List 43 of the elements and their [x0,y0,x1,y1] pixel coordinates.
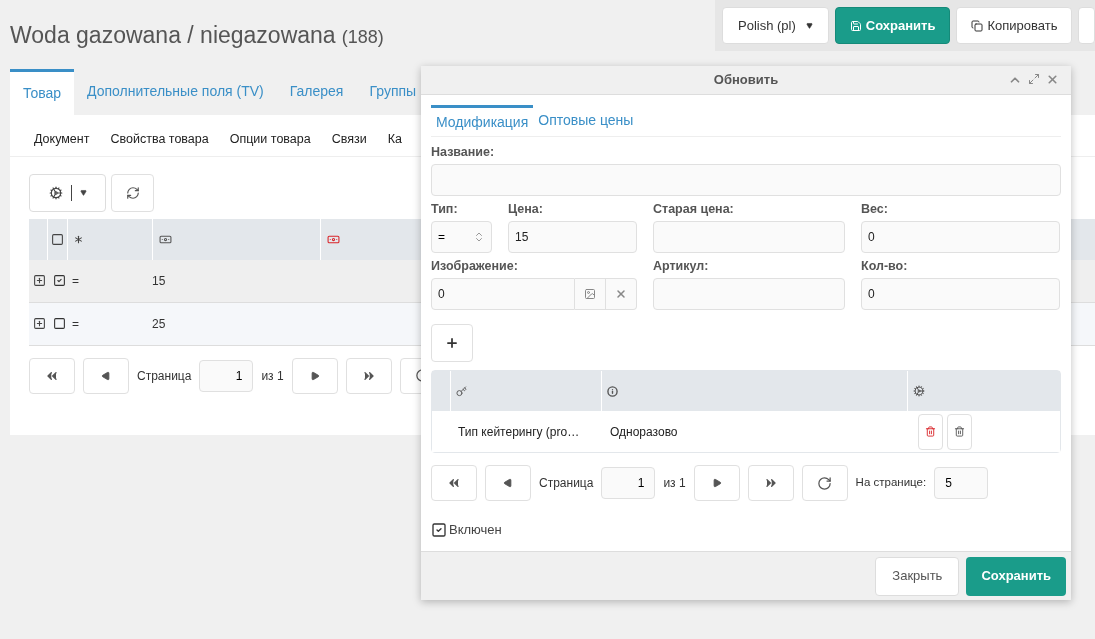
page-count: из 1 [663,475,686,492]
per-page-label: На странице: [855,475,927,491]
field-label: Кол-во: [861,259,909,274]
item-count: (188) [341,26,384,49]
field-label: Изображение: [431,259,519,274]
table-cell-text: Одноразово [609,423,679,441]
language-dropdown[interactable]: Polish (pl) [722,7,829,44]
image-field[interactable]: 0 [431,278,575,310]
field-label: Старая цена: [653,202,735,217]
tab[interactable]: Модификация [431,105,534,136]
tab[interactable]: Товар [10,68,75,115]
weight-field[interactable]: 0 [861,221,1060,253]
checkbox-label: Включен [449,521,502,539]
subtab[interactable]: Ка [387,129,402,149]
page-label: Страница [539,475,594,492]
table-cell-text: = [71,315,80,333]
field-label: Цена: [508,202,544,217]
page-field[interactable]: 1 [199,359,254,392]
field-label: Артикул: [653,259,710,274]
subtab[interactable]: Свойства товара [110,129,209,149]
quantity-field[interactable]: 0 [861,278,1060,310]
price-field[interactable]: 15 [508,221,637,253]
type-select[interactable]: = [431,221,492,253]
table-cell-text: 15 [152,272,166,290]
page-field[interactable]: 1 [601,467,656,499]
page-count: из 1 [261,367,284,385]
table-cell-text: 25 [152,315,166,333]
field-label: Вес: [861,202,889,217]
page-label: Страница [137,367,192,385]
tab[interactable]: Оптовые цены [533,105,639,136]
table-cell-text: Тип кейтерингу (pro… [457,423,581,441]
page-title: Woda gazowana / niegazowana [10,21,336,50]
subtab[interactable]: Связи [331,129,367,149]
copy-button[interactable]: Копировать [956,7,1073,44]
field-label: Название: [431,145,496,160]
close-button[interactable]: Закрыть [875,556,960,596]
subtab[interactable]: Опции товара [229,129,311,149]
field-label: Тип: [431,202,459,217]
dialog-title: Обновить [713,71,779,90]
subtab[interactable]: Документ [34,129,90,149]
table-row[interactable]: Тип кейтерингу (pro… Одноразово [432,411,1060,452]
table-cell-text: = [71,272,80,290]
per-page-field[interactable]: 5 [934,467,989,499]
